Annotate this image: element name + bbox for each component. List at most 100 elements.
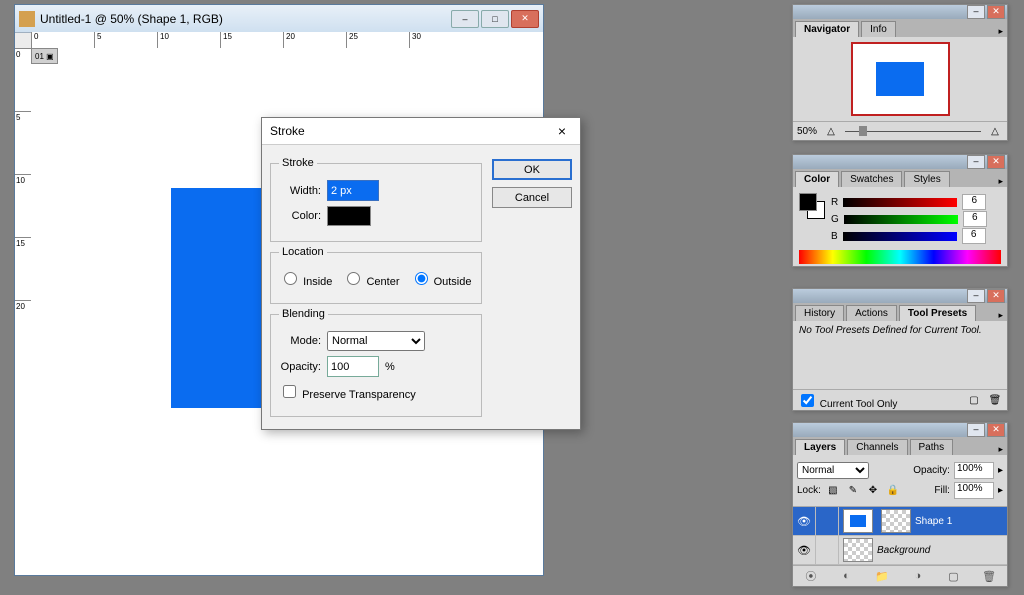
panel-header[interactable]: – ✕ xyxy=(793,289,1007,303)
layer-item[interactable]: 👁 Shape 1 xyxy=(793,507,1007,536)
panel-close-button[interactable]: ✕ xyxy=(987,5,1005,19)
panel-header[interactable]: – ✕ xyxy=(793,423,1007,437)
tab-layers[interactable]: Layers xyxy=(795,439,845,455)
panel-minimize-button[interactable]: – xyxy=(967,155,985,169)
g-slider[interactable] xyxy=(844,215,958,224)
layer-style-icon[interactable]: ⦿ xyxy=(803,568,819,584)
zoom-value[interactable]: 50% xyxy=(797,126,817,137)
panel-close-button[interactable]: ✕ xyxy=(987,423,1005,437)
cancel-button[interactable]: Cancel xyxy=(492,187,572,208)
minimize-button[interactable]: – xyxy=(451,10,479,28)
preserve-transparency-option[interactable]: Preserve Transparency xyxy=(279,382,416,401)
layer-mask-thumbnail[interactable] xyxy=(881,509,911,533)
b-value[interactable]: 6 xyxy=(962,228,986,244)
tab-tool-presets[interactable]: Tool Presets xyxy=(899,305,976,321)
new-layer-icon[interactable]: ▢ xyxy=(945,568,961,584)
preserve-checkbox[interactable] xyxy=(283,385,296,398)
fill-input[interactable]: 100% xyxy=(954,482,994,499)
layer-mask-icon[interactable]: ◐ xyxy=(838,568,854,584)
ruler-horizontal[interactable]: 0 5 10 15 20 25 30 xyxy=(31,32,543,49)
tab-color[interactable]: Color xyxy=(795,171,839,187)
mode-select[interactable]: Normal xyxy=(327,331,425,351)
navigator-body[interactable] xyxy=(793,37,1007,121)
zoom-out-icon[interactable]: △ xyxy=(823,123,839,139)
panel-header[interactable]: – ✕ xyxy=(793,155,1007,169)
loc-outside-label: Outside xyxy=(434,276,472,288)
opacity-input[interactable] xyxy=(327,356,379,377)
color-swatch[interactable] xyxy=(327,206,371,226)
loc-center-option[interactable]: Center xyxy=(342,269,399,288)
opacity-flyout-icon[interactable]: ▸ xyxy=(998,465,1003,476)
loc-center-label: Center xyxy=(366,276,399,288)
layer-thumbnail[interactable] xyxy=(843,509,873,533)
layer-name[interactable]: Shape 1 xyxy=(915,516,952,527)
r-value[interactable]: 6 xyxy=(962,194,986,210)
dialog-titlebar[interactable]: Stroke × xyxy=(262,118,580,145)
zoom-slider[interactable] xyxy=(845,131,981,132)
navigator-thumbnail[interactable] xyxy=(851,42,950,116)
layer-set-icon[interactable]: 📁 xyxy=(874,568,890,584)
layer-thumbnail[interactable] xyxy=(843,538,873,562)
ruler-v-tick: 15 xyxy=(15,237,31,300)
visibility-icon[interactable]: 👁 xyxy=(793,507,816,535)
loc-inside-option[interactable]: Inside xyxy=(279,269,332,288)
current-tool-only-option[interactable]: Current Tool Only xyxy=(797,391,897,410)
tab-history[interactable]: History xyxy=(795,305,844,321)
panel-close-button[interactable]: ✕ xyxy=(987,155,1005,169)
tab-actions[interactable]: Actions xyxy=(846,305,897,321)
loc-center-radio[interactable] xyxy=(347,272,360,285)
panel-minimize-button[interactable]: – xyxy=(967,423,985,437)
layer-name[interactable]: Background xyxy=(877,545,930,556)
layer-opacity-input[interactable]: 100% xyxy=(954,462,994,479)
canvas-tabstrip[interactable]: 01 ▣ xyxy=(31,48,58,64)
tab-channels[interactable]: Channels xyxy=(847,439,907,455)
loc-outside-option[interactable]: Outside xyxy=(410,269,472,288)
lock-all-icon[interactable]: 🔒 xyxy=(885,483,901,499)
blend-mode-select[interactable]: Normal xyxy=(797,462,869,479)
tab-navigator[interactable]: Navigator xyxy=(795,21,859,37)
tab-styles[interactable]: Styles xyxy=(904,171,949,187)
zoom-in-icon[interactable]: △ xyxy=(987,123,1003,139)
ruler-vertical[interactable]: 0 5 10 15 20 xyxy=(15,48,32,575)
fill-flyout-icon[interactable]: ▸ xyxy=(998,485,1003,496)
delete-preset-icon[interactable]: 🗑 xyxy=(987,392,1003,408)
spectrum-bar[interactable] xyxy=(799,250,1001,264)
fgbg-swatch[interactable] xyxy=(799,193,825,219)
visibility-icon[interactable]: 👁 xyxy=(793,536,816,564)
layer-item[interactable]: 👁 Background xyxy=(793,536,1007,565)
zoom-slider-thumb[interactable] xyxy=(859,126,867,136)
ok-button[interactable]: OK xyxy=(492,159,572,180)
preserve-label: Preserve Transparency xyxy=(302,389,416,401)
panel-close-button[interactable]: ✕ xyxy=(987,289,1005,303)
channel-r-label: R xyxy=(831,197,838,208)
adjustment-layer-icon[interactable]: ◑ xyxy=(910,568,926,584)
loc-inside-radio[interactable] xyxy=(284,272,297,285)
close-button[interactable]: ✕ xyxy=(511,10,539,28)
panel-menu-icon[interactable]: ▸ xyxy=(998,176,1003,187)
panel-menu-icon[interactable]: ▸ xyxy=(998,26,1003,37)
delete-layer-icon[interactable]: 🗑 xyxy=(981,568,997,584)
link-cell[interactable] xyxy=(816,536,839,564)
r-slider[interactable] xyxy=(843,198,957,207)
width-input[interactable] xyxy=(327,180,379,201)
current-tool-only-checkbox[interactable] xyxy=(801,394,814,407)
panel-menu-icon[interactable]: ▸ xyxy=(998,444,1003,455)
close-icon[interactable]: × xyxy=(552,123,572,139)
link-cell[interactable] xyxy=(816,507,839,535)
panel-minimize-button[interactable]: – xyxy=(967,5,985,19)
tab-info[interactable]: Info xyxy=(861,21,896,37)
loc-outside-radio[interactable] xyxy=(415,272,428,285)
panel-menu-icon[interactable]: ▸ xyxy=(998,310,1003,321)
lock-position-icon[interactable]: ✥ xyxy=(865,483,881,499)
lock-paint-icon[interactable]: ✎ xyxy=(845,483,861,499)
panel-header[interactable]: – ✕ xyxy=(793,5,1007,19)
lock-transparency-icon[interactable]: ▧ xyxy=(825,483,841,499)
tab-swatches[interactable]: Swatches xyxy=(841,171,902,187)
fg-color-swatch[interactable] xyxy=(799,193,817,211)
maximize-button[interactable]: □ xyxy=(481,10,509,28)
panel-minimize-button[interactable]: – xyxy=(967,289,985,303)
new-preset-icon[interactable]: ▢ xyxy=(966,392,982,408)
tab-paths[interactable]: Paths xyxy=(910,439,954,455)
b-slider[interactable] xyxy=(843,232,957,241)
g-value[interactable]: 6 xyxy=(963,211,987,227)
